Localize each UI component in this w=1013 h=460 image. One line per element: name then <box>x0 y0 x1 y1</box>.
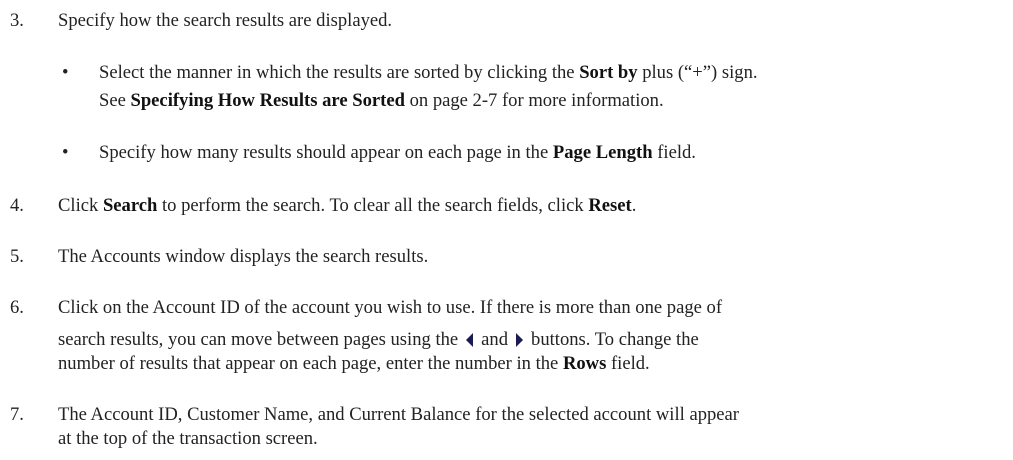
text-run: field. <box>606 353 650 374</box>
ui-term-sort-by: Sort by <box>579 62 638 83</box>
step-line: The Account ID, Customer Name, and Curre… <box>58 404 739 425</box>
step-number: 7. <box>10 404 24 425</box>
bullet-line: See Specifying How Results are Sorted on… <box>99 89 999 113</box>
text-run: and <box>481 329 509 350</box>
step-text: The Accounts window displays the search … <box>58 246 429 267</box>
step-number: 3. <box>10 10 24 31</box>
text-run: on page 2-7 for more information. <box>404 90 664 111</box>
section-reference: Specifying How Results are Sorted <box>130 90 405 111</box>
step-text: Specify how the search results are displ… <box>58 10 393 31</box>
step-text: Click Search to perform the search. To c… <box>58 194 988 218</box>
text-run: field. <box>652 142 696 163</box>
ui-term-reset: Reset <box>588 195 632 216</box>
text-run: . <box>631 195 637 216</box>
bullet-line: Select the manner in which the results a… <box>99 61 999 85</box>
text-run: Specify how many results should appear o… <box>99 142 553 163</box>
step-line: Click on the Account ID of the account y… <box>58 297 723 318</box>
step-line: at the top of the transaction screen. <box>58 428 318 449</box>
ui-term-rows: Rows <box>562 353 607 374</box>
step-text: The Account ID, Customer Name, and Curre… <box>58 403 988 451</box>
ui-term-search: Search <box>102 195 158 216</box>
text-run: to perform the search. To clear all the … <box>157 195 589 216</box>
previous-page-arrow-icon <box>466 332 474 347</box>
bullet-symbol: • <box>62 62 69 83</box>
text-run: buttons. To change the <box>531 329 699 350</box>
bullet-symbol: • <box>62 142 69 163</box>
step-line: number of results that appear on each pa… <box>58 352 988 376</box>
bullet-text: Specify how many results should appear o… <box>99 141 999 165</box>
step-number: 6. <box>10 297 24 318</box>
text-run: search results, you can move between pag… <box>58 329 459 350</box>
step-number: 5. <box>10 246 24 267</box>
step-text: Click on the Account ID of the account y… <box>58 296 988 376</box>
text-run: plus (“+”) sign. <box>637 62 758 83</box>
ui-term-page-length: Page Length <box>552 142 653 163</box>
text-run: number of results that appear on each pa… <box>58 353 563 374</box>
next-page-arrow-icon <box>516 332 524 347</box>
text-run: Select the manner in which the results a… <box>99 62 580 83</box>
text-run: Click <box>58 195 103 216</box>
step-number: 4. <box>10 195 24 216</box>
step-line: search results, you can move between pag… <box>58 328 988 352</box>
bullet-text: Select the manner in which the results a… <box>99 61 999 113</box>
text-run: See <box>99 90 131 111</box>
